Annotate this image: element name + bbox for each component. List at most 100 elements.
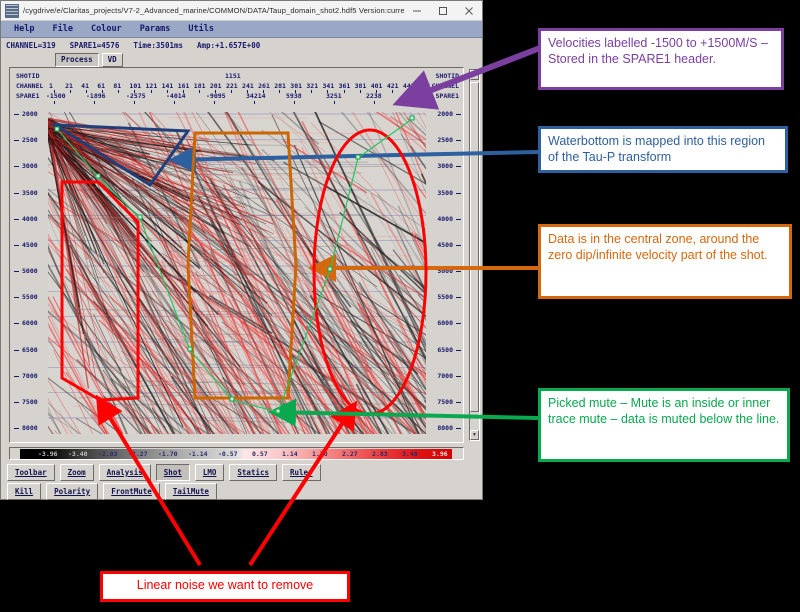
status-spare1: SPARE1=4576 [69, 40, 120, 50]
spare1-tick: 5938 [286, 92, 302, 100]
vertical-scrollbar[interactable]: ▲ ▼ [469, 69, 480, 441]
channel-tick: 221 [225, 82, 238, 90]
y-axis-tick: 6500 [437, 345, 453, 354]
scroll-up-arrow[interactable]: ▲ [470, 70, 479, 80]
spare1-tick-mark [54, 101, 55, 104]
y-axis-tick: 3500 [437, 188, 453, 197]
spare1-tick-mark [254, 101, 255, 104]
spare1-tick-mark [94, 101, 95, 104]
y-axis-tick: 4500 [437, 240, 453, 249]
spare1-tick-mark [334, 101, 335, 104]
y-axis-tick: 3000 [22, 162, 38, 171]
y-axis-tick: 6000 [22, 319, 38, 328]
tool-ruler[interactable]: Ruler [282, 464, 321, 481]
channel-tick: 341 [322, 82, 335, 90]
tool-tailmute[interactable]: TailMute [164, 483, 217, 500]
status-channel: CHANNEL=319 [6, 40, 56, 50]
scroll-down-arrow[interactable]: ▼ [470, 430, 479, 440]
colorbar-label-neg: -0.57 [218, 450, 238, 458]
tool-toolbar[interactable]: Toolbar [7, 464, 55, 481]
menu-help[interactable]: Help [5, 23, 43, 35]
colorbar-label-pos: 2.83 [372, 450, 388, 458]
callout-velocities: Velocities labelled -1500 to +1500M/S – … [538, 28, 784, 90]
colorbar-label-pos: 1.70 [312, 450, 328, 458]
menu-utils[interactable]: Utils [179, 23, 223, 35]
channel-tick-mark [230, 90, 232, 93]
channel-tick-mark [343, 90, 345, 93]
channel-tick-mark [424, 90, 425, 93]
y-axis-tick-mark [14, 349, 19, 351]
tool-analysis[interactable]: Analysis [98, 464, 151, 481]
header-shotid-left: SHOTID [16, 72, 40, 80]
minimize-button[interactable] [404, 1, 430, 20]
y-axis-tick-mark [14, 166, 19, 168]
channel-tick: 421 [386, 82, 399, 90]
spare1-tick: 34214 [246, 92, 266, 100]
menu-file[interactable]: File [43, 23, 81, 35]
channel-tick: 101 [129, 82, 142, 90]
channel-tick-mark [359, 90, 361, 93]
channel-tick: 241 [242, 82, 254, 90]
y-axis-tick-mark [14, 271, 19, 272]
tool-lmo[interactable]: LMO [194, 464, 225, 481]
channel-tick-mark [118, 90, 120, 93]
callout-linear-noise: Linear noise we want to remove [100, 571, 350, 602]
scroll-thumb[interactable] [470, 82, 479, 412]
tool-frontmute[interactable]: FrontMute [103, 483, 160, 500]
menu-params[interactable]: Params [131, 23, 180, 35]
header-shotid-right: SHOTID [435, 72, 459, 80]
colorbar-label-neg: -2.27 [128, 450, 148, 458]
channel-tick: 61 [97, 82, 106, 90]
seismic-traces [48, 112, 426, 434]
spare1-tick: -1500 [46, 92, 66, 100]
y-axis-tick: 3000 [437, 162, 453, 171]
spare1-tick: 2238 [366, 92, 382, 100]
process-button[interactable]: Process [55, 53, 99, 67]
y-axis-tick-mark [456, 375, 461, 377]
spare1-tick: -1896 [86, 92, 106, 100]
header-spare1-right: SPARE1 [435, 92, 459, 100]
spare1-tick: -4014 [166, 92, 186, 100]
spare1-tick: -2575 [126, 92, 146, 100]
tool-polarity[interactable]: Polarity [46, 483, 99, 500]
channel-tick: 321 [306, 82, 319, 90]
colorbar-label-neg: -1.14 [188, 450, 208, 458]
y-axis-tick-mark [456, 244, 461, 246]
spare1-tick-mark [414, 101, 415, 104]
y-axis-tick: 2000 [437, 110, 453, 118]
menu-colour[interactable]: Colour [82, 23, 131, 35]
header-shotid-value: 1151 [225, 72, 241, 80]
tool-statics[interactable]: Statics [229, 464, 278, 481]
tool-zoom[interactable]: Zoom [59, 464, 94, 481]
channel-tick: 1 [49, 82, 53, 90]
seismic-plot-frame[interactable]: SHOTID CHANNEL SPARE1 SHOTID CHANNEL SPA… [9, 67, 464, 443]
seismic-data-canvas[interactable] [48, 112, 426, 434]
spare1-tick-mark [374, 101, 375, 104]
maximize-button[interactable] [430, 1, 456, 20]
colorbar-label-pos: 3.96 [432, 450, 448, 458]
colorbar-label-pos: 0.57 [252, 450, 268, 458]
status-line: CHANNEL=319 SPARE1=4576 Time:3501ms Amp:… [1, 38, 482, 52]
channel-tick: 181 [193, 82, 206, 90]
header-channel-right: CHANNEL [431, 82, 459, 90]
y-axis-tick-mark [14, 375, 19, 377]
y-axis-tick-mark [456, 401, 461, 403]
y-axis-tick-mark [14, 297, 19, 299]
tool-shot[interactable]: Shot [155, 464, 190, 481]
spare1-tick-mark [214, 101, 215, 104]
colorbar-label-pos: 2.27 [342, 450, 358, 458]
channel-tick-mark [311, 90, 313, 93]
vd-button[interactable]: VD [101, 53, 123, 67]
y-axis-tick-mark [456, 140, 461, 142]
y-axis-tick: 4500 [22, 240, 38, 249]
channel-tick-mark [150, 90, 152, 93]
claritas-window: /cygdrive/e/Claritas_projects/V7-2_Advan… [0, 0, 483, 500]
callout-waterbottom: Waterbottom is mapped into this region o… [538, 126, 788, 173]
mode-button-row: Process VD [1, 52, 482, 68]
y-axis-tick-mark [14, 401, 19, 403]
window-titlebar: /cygdrive/e/Claritas_projects/V7-2_Advan… [1, 1, 482, 21]
close-button[interactable] [456, 1, 482, 20]
channel-tick: 141 [161, 82, 174, 90]
tool-kill[interactable]: Kill [7, 483, 42, 500]
app-icon [5, 3, 19, 18]
